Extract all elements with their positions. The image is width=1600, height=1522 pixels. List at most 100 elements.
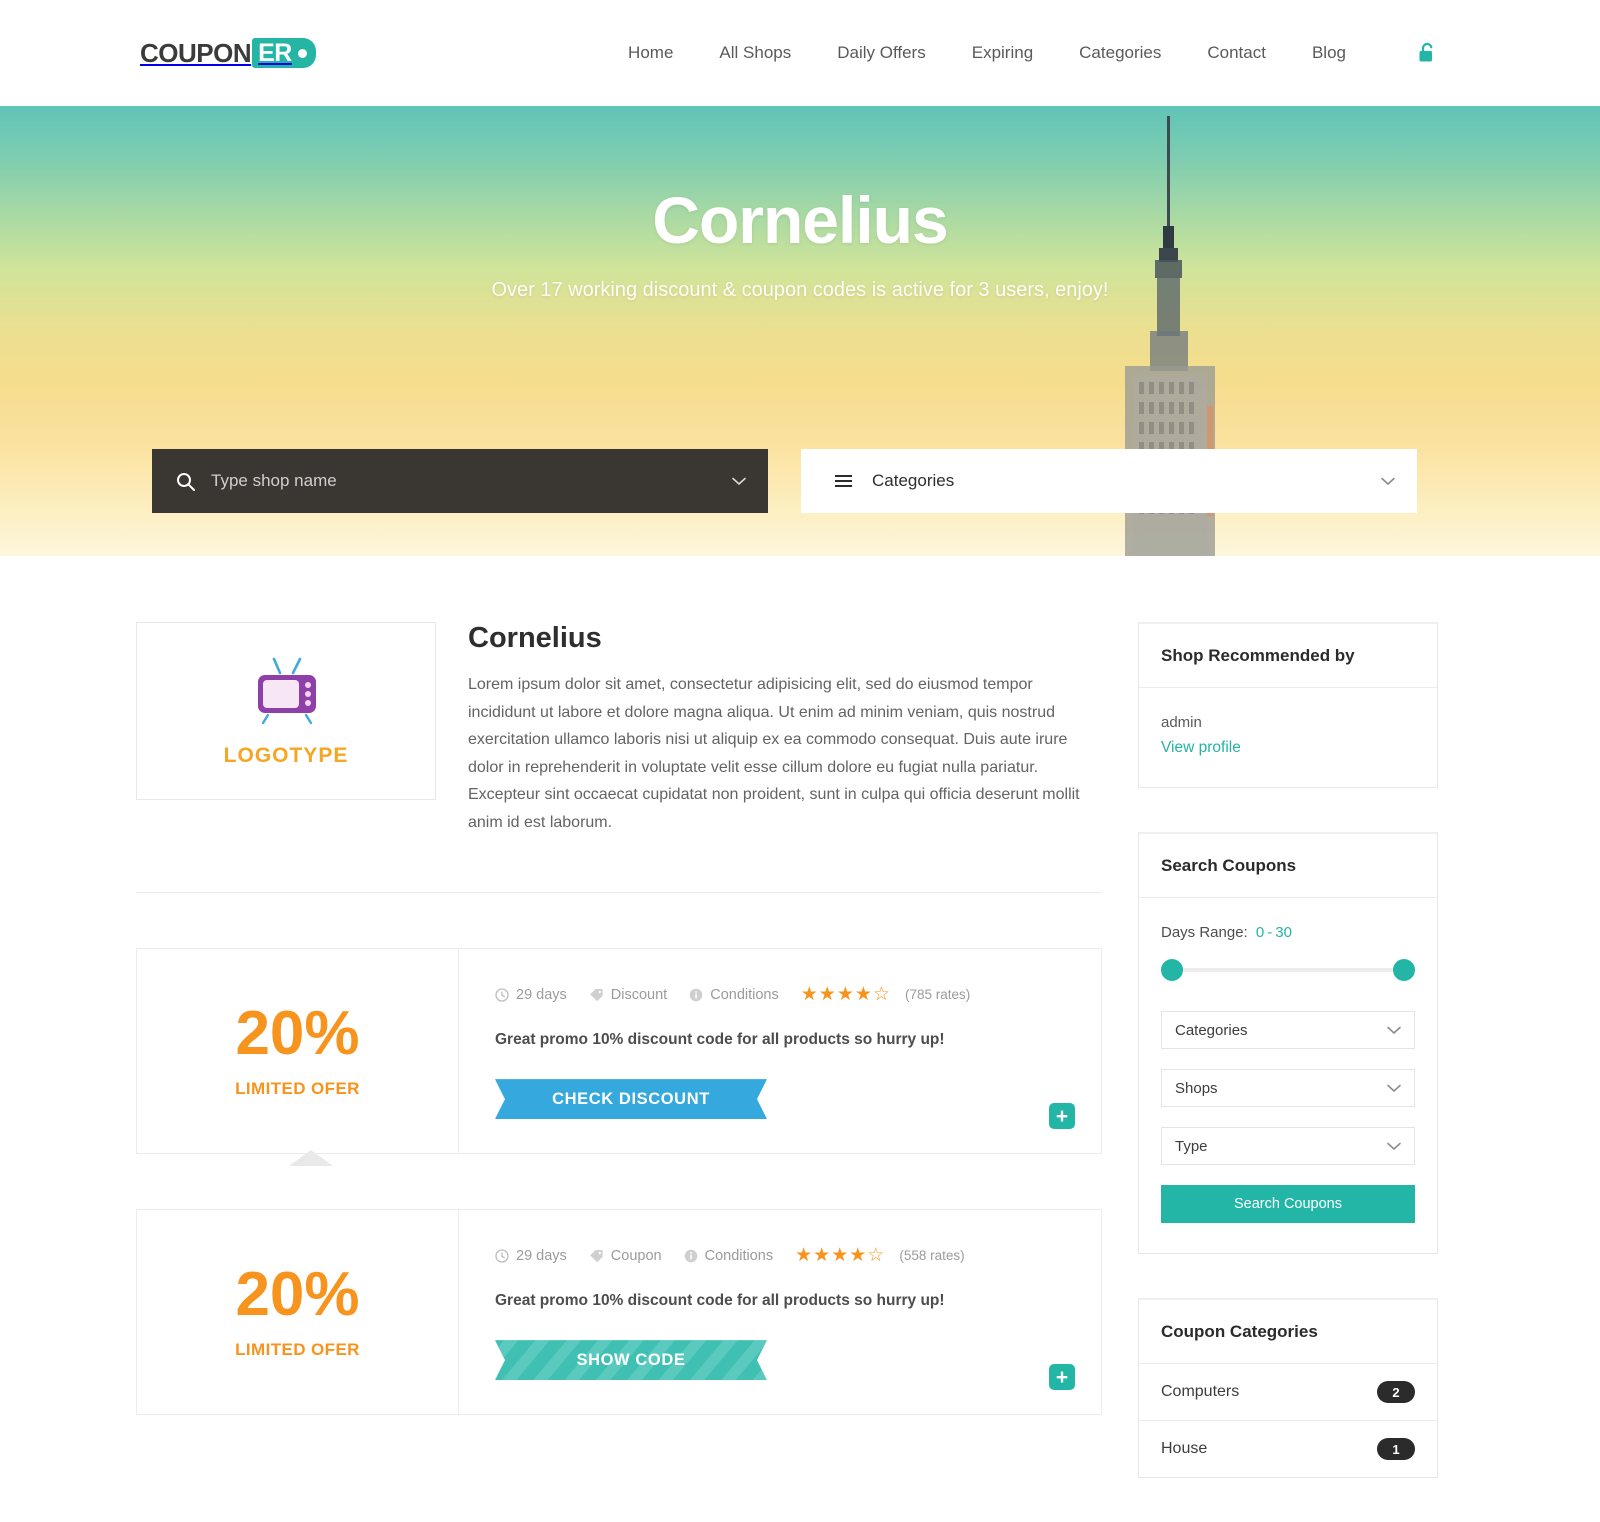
days-range-max: 30 [1275, 924, 1292, 941]
widget-search-coupons: Search Coupons Days Range: 0-30 Categori… [1138, 832, 1438, 1254]
coupon-categories-list: Computers 2 House 1 [1139, 1364, 1437, 1477]
tag-icon [589, 988, 603, 1001]
shop-logo-box: LOGOTYPE [136, 622, 436, 800]
logo-tag: ER [252, 38, 316, 68]
recommended-username: admin [1161, 714, 1202, 731]
category-label: Computers [1161, 1383, 1240, 1400]
coupon-discount-panel: 20% LIMITED OFER [137, 949, 459, 1154]
site-header: COUPON ER Home All Shops Daily Offers Ex… [0, 0, 1600, 106]
category-count-badge: 2 [1377, 1381, 1415, 1403]
show-code-button[interactable]: SHOW CODE [495, 1340, 767, 1381]
widget-title: Search Coupons [1139, 834, 1437, 898]
coupon-days-label: 29 days [516, 986, 567, 1003]
coupon-days-label: 29 days [516, 1247, 567, 1264]
select-type[interactable]: Type [1161, 1127, 1415, 1165]
hero-title: Cornelius [652, 183, 948, 257]
coupon-promo-text: Great promo 10% discount code for all pr… [495, 1031, 945, 1049]
star-filled-icon: ★ [800, 984, 818, 1006]
star-filled-icon: ★ [849, 1245, 867, 1267]
star-filled-icon: ★ [818, 984, 836, 1006]
days-range-label: Days Range: 0-30 [1161, 924, 1415, 941]
info-icon [684, 1249, 697, 1262]
coupon-days: 29 days [495, 1248, 567, 1264]
coupon-promo-text: Great promo 10% discount code for all pr… [495, 1292, 945, 1310]
shop-logo-text: LOGOTYPE [223, 743, 349, 767]
hero-banner: Cornelius Over 17 working discount & cou… [0, 106, 1600, 556]
sidebar: Shop Recommended by admin View profile S… [1138, 622, 1438, 1522]
select-categories[interactable]: Categories [1161, 1011, 1415, 1049]
nav-item-daily-offers[interactable]: Daily Offers [814, 43, 949, 63]
widget-title: Shop Recommended by [1139, 624, 1437, 688]
coupon-type-label: Discount [610, 986, 668, 1003]
coupon-details: 29 days Discount Conditions ★ ★ ★ ★ ☆ (7… [459, 949, 1101, 1153]
nav-item-expiring[interactable]: Expiring [949, 43, 1056, 63]
content-divider [136, 892, 1102, 894]
chevron-down-icon[interactable] [1381, 473, 1395, 490]
star-filled-icon: ★ [854, 984, 872, 1006]
chevron-down-icon [1387, 1080, 1401, 1097]
nav-item-categories[interactable]: Categories [1056, 43, 1184, 63]
coupon-percent: 20% [235, 999, 360, 1069]
slider-track [1170, 968, 1406, 972]
coupon-discount-panel: 20% LIMITED OFER [137, 1210, 459, 1415]
widget-title: Coupon Categories [1139, 1300, 1437, 1364]
category-label: House [1161, 1440, 1208, 1457]
shop-info: Cornelius Lorem ipsum dolor sit amet, co… [468, 622, 1102, 836]
coupon-rates-count: (785 rates) [904, 987, 971, 1003]
star-empty-icon: ☆ [867, 1245, 885, 1267]
slider-handle-min[interactable] [1161, 959, 1183, 981]
widget-body: admin View profile [1139, 688, 1437, 787]
tag-icon [589, 1249, 603, 1262]
info-icon [689, 988, 703, 1001]
shop-search-box[interactable] [152, 449, 768, 513]
coupon-days: 29 days [495, 987, 567, 1003]
unlock-icon[interactable] [1395, 42, 1460, 64]
search-coupons-button[interactable]: Search Coupons [1161, 1185, 1415, 1223]
nav-item-all-shops[interactable]: All Shops [696, 43, 814, 63]
widget-shop-recommended: Shop Recommended by admin View profile [1138, 622, 1438, 788]
hero-subtitle: Over 17 working discount & coupon codes … [491, 278, 1109, 301]
chevron-down-icon[interactable] [732, 473, 746, 490]
star-filled-icon: ★ [795, 1245, 813, 1267]
coupon-conditions[interactable]: Conditions [689, 987, 779, 1003]
select-shops[interactable]: Shops [1161, 1069, 1415, 1107]
page-body: LOGOTYPE Cornelius Lorem ipsum dolor sit… [0, 556, 1600, 1522]
coupon-conditions-label: Conditions [710, 986, 779, 1003]
nav-item-blog[interactable]: Blog [1289, 43, 1369, 63]
chevron-down-icon [1387, 1022, 1401, 1039]
site-logo[interactable]: COUPON ER [140, 38, 316, 69]
add-coupon-button[interactable]: + [1049, 1364, 1075, 1391]
coupon-card: 20% LIMITED OFER 29 days [136, 948, 1102, 1167]
coupon-rates-count: (558 rates) [899, 1248, 965, 1264]
slider-handle-max[interactable] [1393, 959, 1415, 981]
add-coupon-button[interactable]: + [1049, 1103, 1075, 1130]
logo-dot-icon [297, 48, 307, 58]
clock-icon [495, 987, 509, 1002]
main-content: LOGOTYPE Cornelius Lorem ipsum dolor sit… [136, 622, 1102, 1522]
coupon-type: Coupon [589, 1248, 662, 1264]
category-count-badge: 1 [1377, 1438, 1415, 1460]
days-range-slider[interactable] [1161, 959, 1415, 981]
days-range-sep: - [1267, 924, 1273, 941]
days-range-min: 0 [1255, 924, 1265, 941]
tv-icon [258, 657, 316, 724]
logo-text-tag: ER [258, 38, 292, 67]
star-filled-icon: ★ [836, 984, 854, 1006]
shop-search-input[interactable] [211, 471, 732, 491]
coupon-rating-stars: ★ ★ ★ ★ ☆ [801, 985, 890, 1004]
hero-search-row: Categories [152, 449, 1448, 513]
select-shops-label: Shops [1175, 1079, 1218, 1097]
coupon-percent: 20% [235, 1260, 360, 1330]
nav-item-home[interactable]: Home [605, 43, 696, 63]
list-item[interactable]: Computers 2 [1139, 1364, 1437, 1421]
check-discount-button[interactable]: CHECK DISCOUNT [495, 1079, 767, 1120]
categories-dropdown[interactable]: Categories [801, 449, 1417, 513]
logo-text-main: COUPON [140, 37, 252, 68]
shop-title: Cornelius [468, 622, 602, 654]
coupon-conditions[interactable]: Conditions [684, 1248, 773, 1264]
view-profile-link[interactable]: View profile [1161, 739, 1241, 757]
search-icon [176, 472, 195, 491]
nav-item-contact[interactable]: Contact [1184, 43, 1289, 63]
list-item[interactable]: House 1 [1139, 1421, 1437, 1477]
coupon-type: Discount [589, 987, 667, 1003]
